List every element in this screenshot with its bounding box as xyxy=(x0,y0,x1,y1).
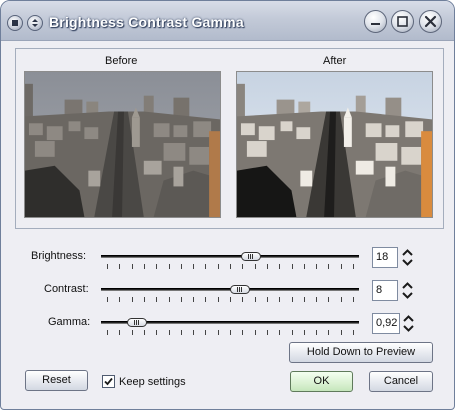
slider-tick xyxy=(119,264,120,269)
slider-tick xyxy=(156,330,157,335)
contrast-label: Contrast: xyxy=(44,283,89,295)
slider-tick xyxy=(353,330,354,335)
contrast-value-input[interactable]: 8 xyxy=(372,280,398,301)
gamma-label: Gamma: xyxy=(48,316,91,328)
slider-tick xyxy=(304,264,305,269)
slider-tick xyxy=(242,297,243,302)
slider-tick xyxy=(169,330,170,335)
slider-tick xyxy=(279,330,280,335)
slider-tick xyxy=(316,297,317,302)
system-menu-icon[interactable] xyxy=(7,15,23,31)
after-image xyxy=(236,71,433,218)
slider-tick xyxy=(242,330,243,335)
slider-tick xyxy=(267,264,268,269)
keep-settings-checkbox[interactable] xyxy=(102,375,115,388)
slider-tick xyxy=(181,330,182,335)
before-label: Before xyxy=(105,55,138,67)
slider-tick xyxy=(255,297,256,302)
brightness-label: Brightness: xyxy=(31,250,87,262)
slider-tick xyxy=(230,297,231,302)
slider-tick xyxy=(156,297,157,302)
slider-tick xyxy=(328,297,329,302)
slider-tick xyxy=(132,264,133,269)
reset-button[interactable]: Reset xyxy=(25,370,88,391)
rollup-icon[interactable] xyxy=(27,15,43,31)
contrast-ticks xyxy=(101,297,359,302)
window-title: Brightness Contrast Gamma xyxy=(49,14,244,30)
slider-tick xyxy=(205,330,206,335)
slider-tick xyxy=(292,264,293,269)
brightness-spinner[interactable] xyxy=(400,247,415,268)
slider-tick xyxy=(193,264,194,269)
slider-tick xyxy=(107,330,108,335)
gamma-spinner[interactable] xyxy=(401,313,416,334)
gamma-value-input[interactable]: 0,92 xyxy=(372,313,400,334)
slider-tick xyxy=(304,330,305,335)
slider-tick xyxy=(193,297,194,302)
slider-tick xyxy=(107,297,108,302)
slider-tick xyxy=(156,264,157,269)
close-button[interactable] xyxy=(419,10,442,33)
ok-button[interactable]: OK xyxy=(290,371,353,392)
slider-tick xyxy=(230,264,231,269)
slider-tick xyxy=(316,264,317,269)
slider-tick xyxy=(304,297,305,302)
after-label: After xyxy=(323,55,347,67)
contrast-slider-thumb[interactable] xyxy=(230,285,250,294)
slider-tick xyxy=(218,264,219,269)
slider-tick xyxy=(132,297,133,302)
brightness-ticks xyxy=(101,264,359,269)
slider-tick xyxy=(132,330,133,335)
slider-tick xyxy=(328,330,329,335)
slider-tick xyxy=(279,297,280,302)
slider-tick xyxy=(267,330,268,335)
slider-tick xyxy=(205,264,206,269)
slider-tick xyxy=(181,297,182,302)
title-bar[interactable]: Brightness Contrast Gamma xyxy=(1,1,454,41)
before-image xyxy=(24,71,221,218)
slider-tick xyxy=(218,297,219,302)
slider-tick xyxy=(119,297,120,302)
keep-settings-label[interactable]: Keep settings xyxy=(119,376,186,388)
slider-tick xyxy=(169,297,170,302)
slider-tick xyxy=(292,330,293,335)
hold-to-preview-button[interactable]: Hold Down to Preview xyxy=(289,342,433,363)
slider-tick xyxy=(144,264,145,269)
slider-tick xyxy=(316,330,317,335)
slider-tick xyxy=(279,264,280,269)
slider-tick xyxy=(169,264,170,269)
cancel-button[interactable]: Cancel xyxy=(369,371,433,392)
brightness-slider-track[interactable] xyxy=(101,255,359,258)
slider-tick xyxy=(341,264,342,269)
minimize-button[interactable] xyxy=(364,10,387,33)
slider-tick xyxy=(341,330,342,335)
gamma-slider-thumb[interactable] xyxy=(127,318,147,327)
dialog-window: Brightness Contrast Gamma Before After B… xyxy=(0,0,455,410)
slider-tick xyxy=(353,264,354,269)
slider-tick xyxy=(144,297,145,302)
slider-tick xyxy=(230,330,231,335)
slider-tick xyxy=(119,330,120,335)
slider-tick xyxy=(255,264,256,269)
slider-tick xyxy=(193,330,194,335)
slider-tick xyxy=(255,330,256,335)
slider-tick xyxy=(353,297,354,302)
contrast-spinner[interactable] xyxy=(400,280,415,301)
slider-tick xyxy=(242,264,243,269)
maximize-button[interactable] xyxy=(391,10,414,33)
slider-tick xyxy=(107,264,108,269)
slider-tick xyxy=(328,264,329,269)
slider-tick xyxy=(144,330,145,335)
gamma-ticks xyxy=(101,330,359,335)
brightness-value-input[interactable]: 18 xyxy=(372,247,398,268)
slider-tick xyxy=(218,330,219,335)
brightness-slider-thumb[interactable] xyxy=(241,252,261,261)
slider-tick xyxy=(292,297,293,302)
slider-tick xyxy=(205,297,206,302)
slider-tick xyxy=(267,297,268,302)
slider-tick xyxy=(341,297,342,302)
slider-tick xyxy=(181,264,182,269)
